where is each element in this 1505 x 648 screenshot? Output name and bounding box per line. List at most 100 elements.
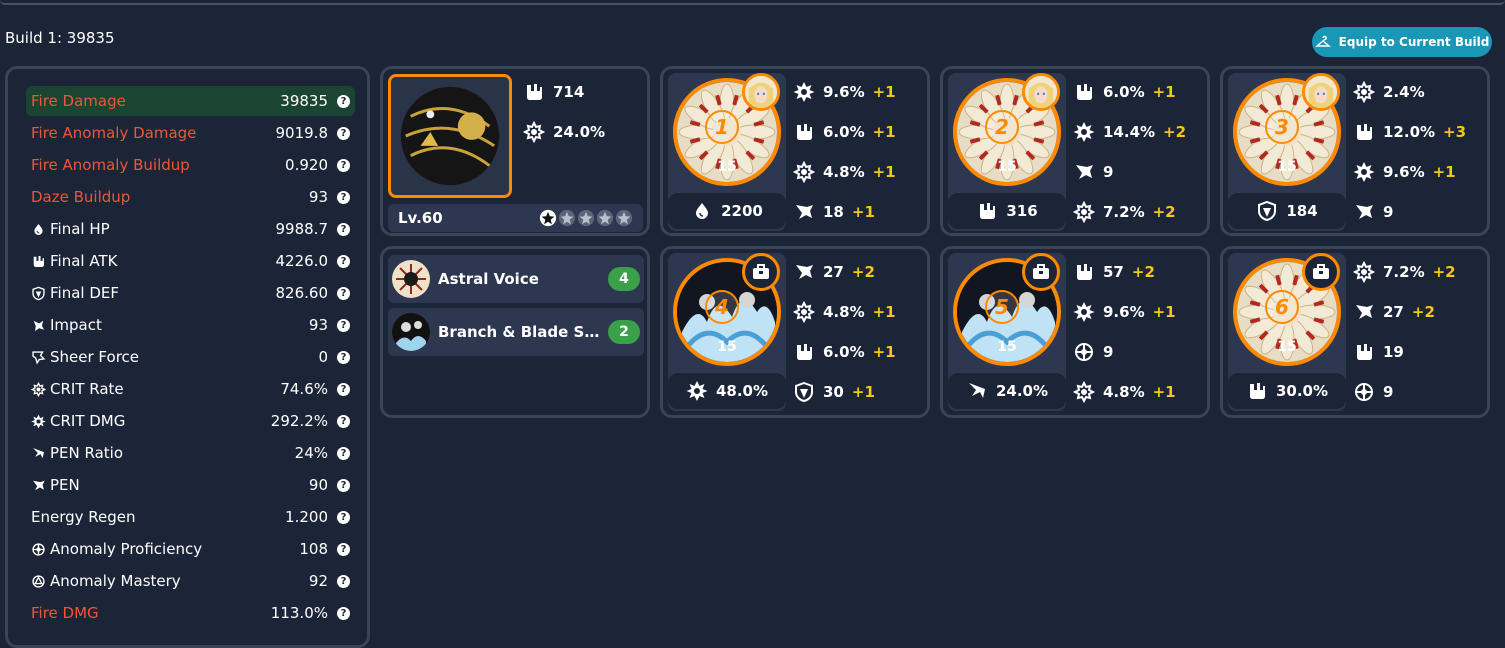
stat-name: Final DEF <box>31 284 276 302</box>
disc-badge <box>1022 73 1060 111</box>
disc-card-6[interactable]: 6 15 30.0% 7.2% +2 27 +2 19 9 <box>1220 246 1490 418</box>
help-icon[interactable]: ? <box>337 94 350 108</box>
stat-row: Final DEF 826.60? <box>26 278 355 308</box>
weapon-level-bar: Lv.60 <box>388 204 643 232</box>
stat-value: 74.6% <box>280 380 328 398</box>
equip-to-current-build-button[interactable]: Equip to Current Build <box>1312 27 1492 57</box>
weapon-card[interactable]: 714 24.0% Lv.60 <box>380 66 650 236</box>
disc-substat: 7.2% +2 <box>1073 201 1176 223</box>
substat-value: 7.2% <box>1383 263 1425 281</box>
stat-label: Fire Anomaly Damage <box>31 124 197 142</box>
stat-row: Daze Buildup 93? <box>26 182 355 212</box>
substat-value: 9 <box>1103 343 1114 361</box>
disc-main-stat: 30.0% <box>1228 373 1346 409</box>
crit-dmg-icon <box>1073 122 1095 142</box>
set-name: Astral Voice <box>438 270 539 288</box>
disc-card-4[interactable]: 4 15 48.0% 27 +2 4.8% +1 6.0% +1 30 +1 <box>660 246 930 418</box>
set-row-branch-blade[interactable]: Branch & Blade So... 2 <box>388 308 644 356</box>
stat-name: Final HP <box>31 220 276 238</box>
stat-value: 826.60 <box>275 284 329 302</box>
help-icon[interactable]: ? <box>337 446 350 460</box>
stat-row: Fire Anomaly Buildup 0.920? <box>26 150 355 180</box>
stat-name: Fire Damage <box>31 92 280 110</box>
stat-label: Final ATK <box>50 252 118 270</box>
substat-value: 6.0% <box>823 343 865 361</box>
stat-value: 1.200 <box>285 508 328 526</box>
stat-label: Final HP <box>50 220 110 238</box>
disc-badge <box>1302 73 1340 111</box>
disc-card-1[interactable]: 1 15 2200 9.6% +1 6.0% +1 4.8% +1 18 +1 <box>660 66 930 236</box>
stat-value: 93 <box>308 188 328 206</box>
toolbox-icon <box>1033 264 1049 279</box>
disc-slot-number: 1 <box>705 110 739 144</box>
anomaly-proficiency-icon <box>1075 343 1093 361</box>
help-icon[interactable]: ? <box>337 542 350 556</box>
stat-row: Impact 93? <box>26 310 355 340</box>
hanger-icon <box>1314 35 1331 47</box>
substat-upgrades: +2 <box>1163 123 1187 141</box>
help-icon[interactable]: ? <box>337 318 350 332</box>
stat-name: Energy Regen <box>31 508 285 526</box>
disc-main-stat: 24.0% <box>948 373 1066 409</box>
astral-voice-set-icon <box>392 260 430 298</box>
help-icon[interactable]: ? <box>337 382 350 396</box>
substat-upgrades: +2 <box>851 263 875 281</box>
weapon-stat-atk: 714 <box>523 81 584 103</box>
substat-value: 19 <box>1383 343 1404 361</box>
disc-card-5[interactable]: 5 15 24.0% 57 +2 9.6% +1 9 4.8% +1 <box>940 246 1210 418</box>
stat-label: Sheer Force <box>50 348 140 366</box>
disc-card-3[interactable]: 3 15 184 2.4% 12.0% +3 9.6% +1 9 <box>1220 66 1490 236</box>
crit-dmg-icon <box>793 82 815 102</box>
def-icon <box>1258 200 1277 222</box>
substat-upgrades: +1 <box>872 163 896 181</box>
substat-value: 4.8% <box>1103 383 1145 401</box>
help-icon[interactable]: ? <box>337 350 350 364</box>
set-bonus-card: Astral Voice 4 Branch & Blade So... 2 <box>380 246 650 418</box>
help-icon[interactable]: ? <box>337 286 350 300</box>
stat-row: Energy Regen 1.200? <box>26 502 355 532</box>
disc-slot-number: 3 <box>1265 110 1299 144</box>
help-icon[interactable]: ? <box>337 158 350 172</box>
help-icon[interactable]: ? <box>337 190 350 204</box>
help-icon[interactable]: ? <box>337 478 350 492</box>
disc-substat: 9 <box>1353 201 1401 223</box>
help-icon[interactable]: ? <box>337 574 350 588</box>
disc-substat: 27 +2 <box>793 261 875 283</box>
stat-label: Final DEF <box>50 284 119 302</box>
substat-upgrades: +1 <box>872 83 896 101</box>
disc-badge <box>742 73 780 111</box>
stat-row: CRIT DMG 292.2%? <box>26 406 355 436</box>
stat-name: Fire DMG <box>31 604 271 622</box>
disc-badge <box>742 253 780 291</box>
pen-icon <box>796 205 813 219</box>
disc-summary: 4 15 48.0% <box>668 253 786 411</box>
help-icon[interactable]: ? <box>337 414 350 428</box>
disc-card-2[interactable]: 2 15 316 6.0% +1 14.4% +2 9 7.2% +2 <box>940 66 1210 236</box>
disc-summary: 5 15 24.0% <box>948 253 1066 411</box>
help-icon[interactable]: ? <box>337 510 350 524</box>
set-piece-count: 2 <box>608 320 640 344</box>
stat-row: Final HP 9988.7? <box>26 214 355 244</box>
stat-name: Anomaly Proficiency <box>31 540 299 558</box>
substat-upgrades: +2 <box>1131 263 1155 281</box>
stat-value: 90 <box>308 476 328 494</box>
top-frame-edge <box>0 0 1505 5</box>
help-icon[interactable]: ? <box>337 254 350 268</box>
substat-upgrades: +1 <box>872 343 896 361</box>
weapon-image <box>388 74 512 198</box>
set-row-astral-voice[interactable]: Astral Voice 4 <box>388 255 644 303</box>
disc-summary: 2 15 316 <box>948 73 1066 231</box>
stat-label: CRIT Rate <box>50 380 124 398</box>
stat-row: Anomaly Proficiency 108? <box>26 534 355 564</box>
disc-substat: 6.0% +1 <box>793 121 896 143</box>
atk-icon <box>1357 124 1372 140</box>
help-icon[interactable]: ? <box>337 222 350 236</box>
help-icon[interactable]: ? <box>337 126 350 140</box>
help-icon[interactable]: ? <box>337 606 350 620</box>
stat-label: PEN <box>50 476 80 494</box>
stat-value: 292.2% <box>270 412 328 430</box>
main-stat-value: 2200 <box>721 202 763 220</box>
disc-substat: 27 +2 <box>1353 301 1435 323</box>
stat-label: Anomaly Mastery <box>50 572 181 590</box>
disc-badge <box>1302 253 1340 291</box>
